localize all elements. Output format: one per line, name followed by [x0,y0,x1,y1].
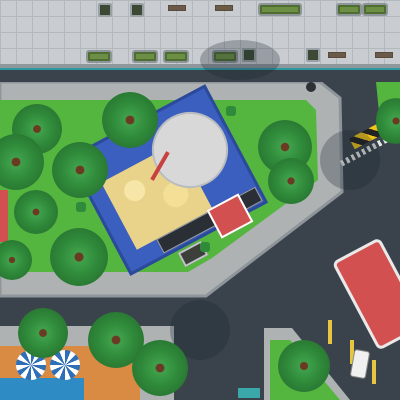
manhole [306,82,316,92]
red-building-edge [0,190,8,242]
bush [226,106,236,116]
barrier [238,388,260,398]
pool [0,378,84,400]
planter [336,3,362,16]
palm-tree [18,308,68,358]
lane-mark [328,320,332,344]
game-scene [0,0,400,400]
palm-tree [102,92,158,148]
tree-shadow [200,40,280,80]
bench [375,52,393,58]
bush [76,202,86,212]
palm-tree [50,228,108,286]
palm-tree [52,142,108,198]
palm-tree [132,340,188,396]
planter [163,50,189,63]
bush [200,242,210,252]
planter [258,3,302,16]
tree-shadow [320,130,380,190]
trash-bin [130,3,144,17]
bench [168,5,186,11]
planter [362,3,388,16]
bench [328,52,346,58]
palm-tree [14,190,58,234]
lane-mark [372,360,376,384]
planter [86,50,112,63]
bench [215,5,233,11]
trash-bin [98,3,112,17]
palm-tree [278,340,330,392]
planter [132,50,158,63]
palm-tree [268,158,314,204]
trash-bin [306,48,320,62]
